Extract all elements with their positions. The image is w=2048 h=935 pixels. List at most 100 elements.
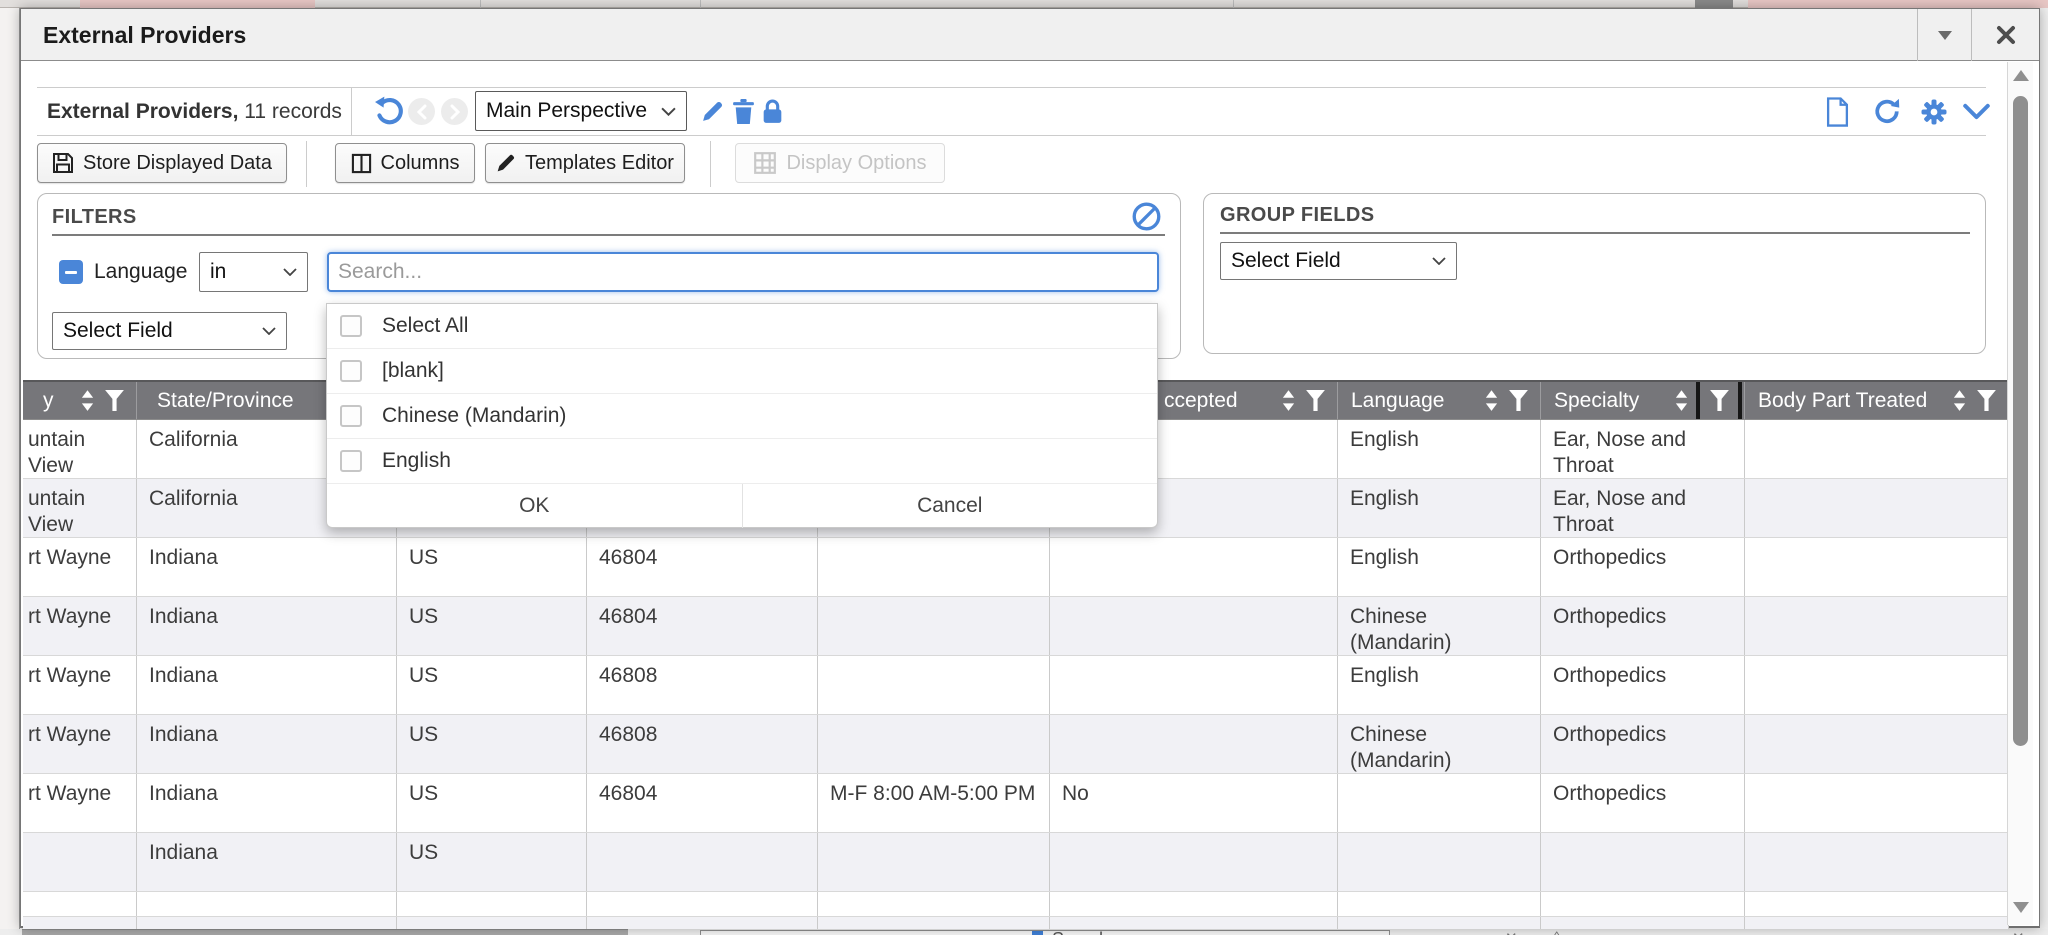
divider bbox=[52, 234, 1165, 236]
history-forward-button[interactable] bbox=[441, 88, 468, 135]
table-cell: M-F 8:00 AM-5:00 PM bbox=[818, 774, 1050, 832]
filter-option[interactable]: [blank] bbox=[327, 349, 1157, 394]
filter-option[interactable]: Chinese (Mandarin) bbox=[327, 394, 1157, 439]
table-cell: Orthopedics bbox=[1541, 656, 1745, 714]
table-row[interactable]: rt WayneIndianaUS46804M-F 8:00 AM-5:00 P… bbox=[23, 774, 2009, 833]
table-cell bbox=[818, 715, 1050, 773]
perspective-select[interactable]: Main Perspective bbox=[475, 91, 687, 131]
checkbox-unchecked[interactable] bbox=[340, 405, 362, 427]
table-cell bbox=[1050, 917, 1338, 929]
table-cell: Indiana bbox=[137, 715, 397, 773]
file-icon bbox=[1825, 97, 1850, 127]
table-cell bbox=[818, 597, 1050, 655]
table-cell bbox=[1338, 833, 1541, 891]
table-row[interactable]: rt WayneIndianaUS46808Chinese (Mandarin)… bbox=[23, 715, 2009, 774]
checkbox-unchecked[interactable] bbox=[340, 315, 362, 337]
column-header[interactable]: Specialty bbox=[1541, 382, 1745, 419]
sort-icon[interactable] bbox=[1674, 388, 1689, 413]
triangle-up-icon bbox=[2013, 70, 2029, 81]
table-row[interactable] bbox=[23, 892, 2009, 917]
table-row[interactable]: IndianaUS bbox=[23, 833, 2009, 892]
table-cell: Indiana bbox=[137, 833, 397, 891]
filter-option-label: English bbox=[382, 449, 451, 473]
header-icons bbox=[1281, 387, 1327, 415]
cancel-button[interactable]: Cancel bbox=[743, 484, 1158, 528]
background-icon-fragment: ✕ bbox=[2012, 929, 2025, 935]
background-bottom-strip: Search ✕ ◊ ✕ bbox=[0, 929, 2048, 935]
undo-button[interactable] bbox=[374, 88, 405, 135]
table-cell bbox=[1745, 774, 2009, 832]
table-cell bbox=[818, 917, 1050, 929]
filter-option[interactable]: English bbox=[327, 439, 1157, 484]
table-cell bbox=[23, 892, 137, 916]
table-cell: untain View bbox=[23, 420, 137, 478]
table-cell bbox=[1050, 833, 1338, 891]
scrollbar-thumb[interactable] bbox=[2013, 96, 2028, 746]
screen: Search ✕ ◊ ✕ External Providers External… bbox=[0, 0, 2048, 935]
refresh-button[interactable] bbox=[1872, 88, 1902, 135]
store-displayed-data-button[interactable]: Store Displayed Data bbox=[37, 143, 287, 183]
column-header[interactable]: Language bbox=[1338, 382, 1541, 419]
table-cell: untain View bbox=[23, 479, 137, 537]
background-tab-fragment bbox=[1748, 0, 2048, 8]
columns-button[interactable]: Columns bbox=[335, 143, 475, 183]
filter-enabled-checkbox[interactable] bbox=[59, 260, 83, 284]
chevron-down-icon bbox=[262, 327, 276, 335]
table-cell: US bbox=[397, 597, 587, 655]
lock-perspective-button[interactable] bbox=[761, 88, 784, 135]
vertical-scrollbar[interactable] bbox=[2007, 62, 2033, 925]
filter-funnel-icon[interactable] bbox=[102, 387, 126, 415]
sort-icon[interactable] bbox=[80, 388, 95, 413]
table-grid-icon bbox=[753, 151, 777, 175]
table-row[interactable]: rt WayneIndianaUS46808EnglishOrthopedics bbox=[23, 656, 2009, 715]
settings-button[interactable] bbox=[1919, 88, 1949, 135]
divider bbox=[710, 141, 711, 187]
table-cell: rt Wayne bbox=[23, 597, 137, 655]
divider bbox=[1220, 232, 1970, 234]
group-fields-panel: GROUP FIELDS Select Field bbox=[1203, 193, 1986, 354]
templates-editor-button[interactable]: Templates Editor bbox=[485, 143, 685, 183]
table-cell: rt Wayne bbox=[23, 656, 137, 714]
history-back-button[interactable] bbox=[408, 88, 435, 135]
checkbox-unchecked[interactable] bbox=[340, 360, 362, 382]
dialog-menu-button[interactable] bbox=[1917, 9, 1971, 61]
scroll-up-button[interactable] bbox=[2008, 64, 2034, 86]
group-select-field[interactable]: Select Field bbox=[1220, 242, 1457, 280]
collapse-toolbar-button[interactable] bbox=[1963, 88, 1990, 135]
delete-perspective-button[interactable] bbox=[732, 88, 755, 135]
dialog-close-button[interactable] bbox=[1971, 9, 2040, 61]
table-cell: US bbox=[397, 715, 587, 773]
new-record-button[interactable] bbox=[1825, 88, 1850, 135]
filter-operator-select[interactable]: in bbox=[199, 252, 308, 292]
column-header[interactable]: y bbox=[23, 382, 137, 419]
sort-icon[interactable] bbox=[1952, 388, 1967, 413]
table-row[interactable]: rt WayneIndianaUS46804EnglishOrthopedics bbox=[23, 538, 2009, 597]
clear-filters-button[interactable] bbox=[1132, 202, 1161, 236]
table-cell: Orthopedics bbox=[1541, 597, 1745, 655]
sort-icon[interactable] bbox=[1281, 388, 1296, 413]
table-cell: 46808 bbox=[587, 715, 818, 773]
table-cell bbox=[1338, 917, 1541, 929]
checkbox-unchecked[interactable] bbox=[340, 450, 362, 472]
filter-funnel-icon[interactable] bbox=[1696, 382, 1742, 419]
table-cell bbox=[818, 656, 1050, 714]
filter-select-field[interactable]: Select Field bbox=[52, 312, 287, 350]
filter-funnel-icon[interactable] bbox=[1974, 387, 1998, 415]
scroll-down-button[interactable] bbox=[2008, 896, 2034, 918]
header-icons bbox=[1952, 387, 1998, 415]
background-page-strip bbox=[0, 8, 20, 935]
table-cell: Ear, Nose and Throat bbox=[1541, 420, 1745, 478]
filter-option[interactable]: Select All bbox=[327, 304, 1157, 349]
sort-icon[interactable] bbox=[1484, 388, 1499, 413]
ok-button[interactable]: OK bbox=[327, 484, 743, 528]
table-cell bbox=[1745, 656, 2009, 714]
table-cell bbox=[137, 892, 397, 916]
filter-search-input[interactable] bbox=[327, 252, 1159, 292]
column-header[interactable]: Body Part Treated bbox=[1745, 382, 2009, 419]
edit-perspective-button[interactable] bbox=[700, 88, 725, 135]
table-row[interactable]: rt WayneIndianaUS46804Chinese (Mandarin)… bbox=[23, 597, 2009, 656]
table-cell bbox=[1050, 656, 1338, 714]
table-cell: rt Wayne bbox=[23, 538, 137, 596]
filter-funnel-icon[interactable] bbox=[1506, 387, 1530, 415]
filter-funnel-icon[interactable] bbox=[1303, 387, 1327, 415]
